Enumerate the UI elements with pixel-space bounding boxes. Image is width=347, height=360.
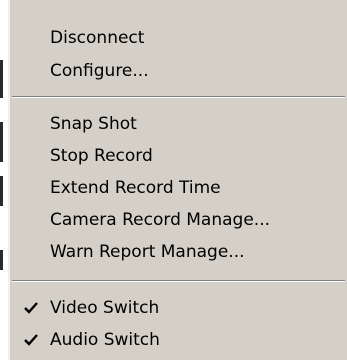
background-window-edge-mark (0, 122, 3, 162)
menu-item-label: Disconnect (50, 28, 145, 48)
menu-item-label: Configure... (50, 61, 149, 81)
menu-item-label: Stop Record (50, 146, 153, 166)
menu-item-label: Audio Switch (50, 330, 160, 350)
checkmark-icon (24, 302, 38, 314)
menu-item-stop-record[interactable]: Stop Record (10, 140, 347, 172)
menu-separator (12, 280, 345, 282)
menu-item-configure[interactable]: Configure... (10, 55, 347, 87)
background-window-edge (0, 0, 8, 360)
menu-item-label: Warn Report Manage... (50, 242, 245, 262)
menu-item-snap-shot[interactable]: Snap Shot (10, 108, 347, 140)
menu-item-camera-record-manage[interactable]: Camera Record Manage... (10, 204, 347, 236)
menu-item-label: Snap Shot (50, 114, 137, 134)
context-menu: Disconnect Configure... Snap Shot Stop R… (8, 0, 347, 360)
menu-item-disconnect[interactable]: Disconnect (10, 22, 347, 54)
menu-item-extend-record-time[interactable]: Extend Record Time (10, 172, 347, 204)
menu-item-label: Camera Record Manage... (50, 210, 270, 230)
checkmark-icon (24, 334, 38, 346)
background-window-edge-mark (0, 250, 3, 270)
menu-item-label: Extend Record Time (50, 178, 221, 198)
menu-item-video-switch[interactable]: Video Switch (10, 292, 347, 324)
background-window-edge-mark (0, 60, 3, 98)
menu-item-audio-switch[interactable]: Audio Switch (10, 324, 347, 356)
menu-separator (12, 96, 345, 98)
menu-item-warn-report-manage[interactable]: Warn Report Manage... (10, 236, 347, 268)
menu-item-label: Video Switch (50, 298, 160, 318)
background-window-edge-mark (0, 176, 3, 206)
